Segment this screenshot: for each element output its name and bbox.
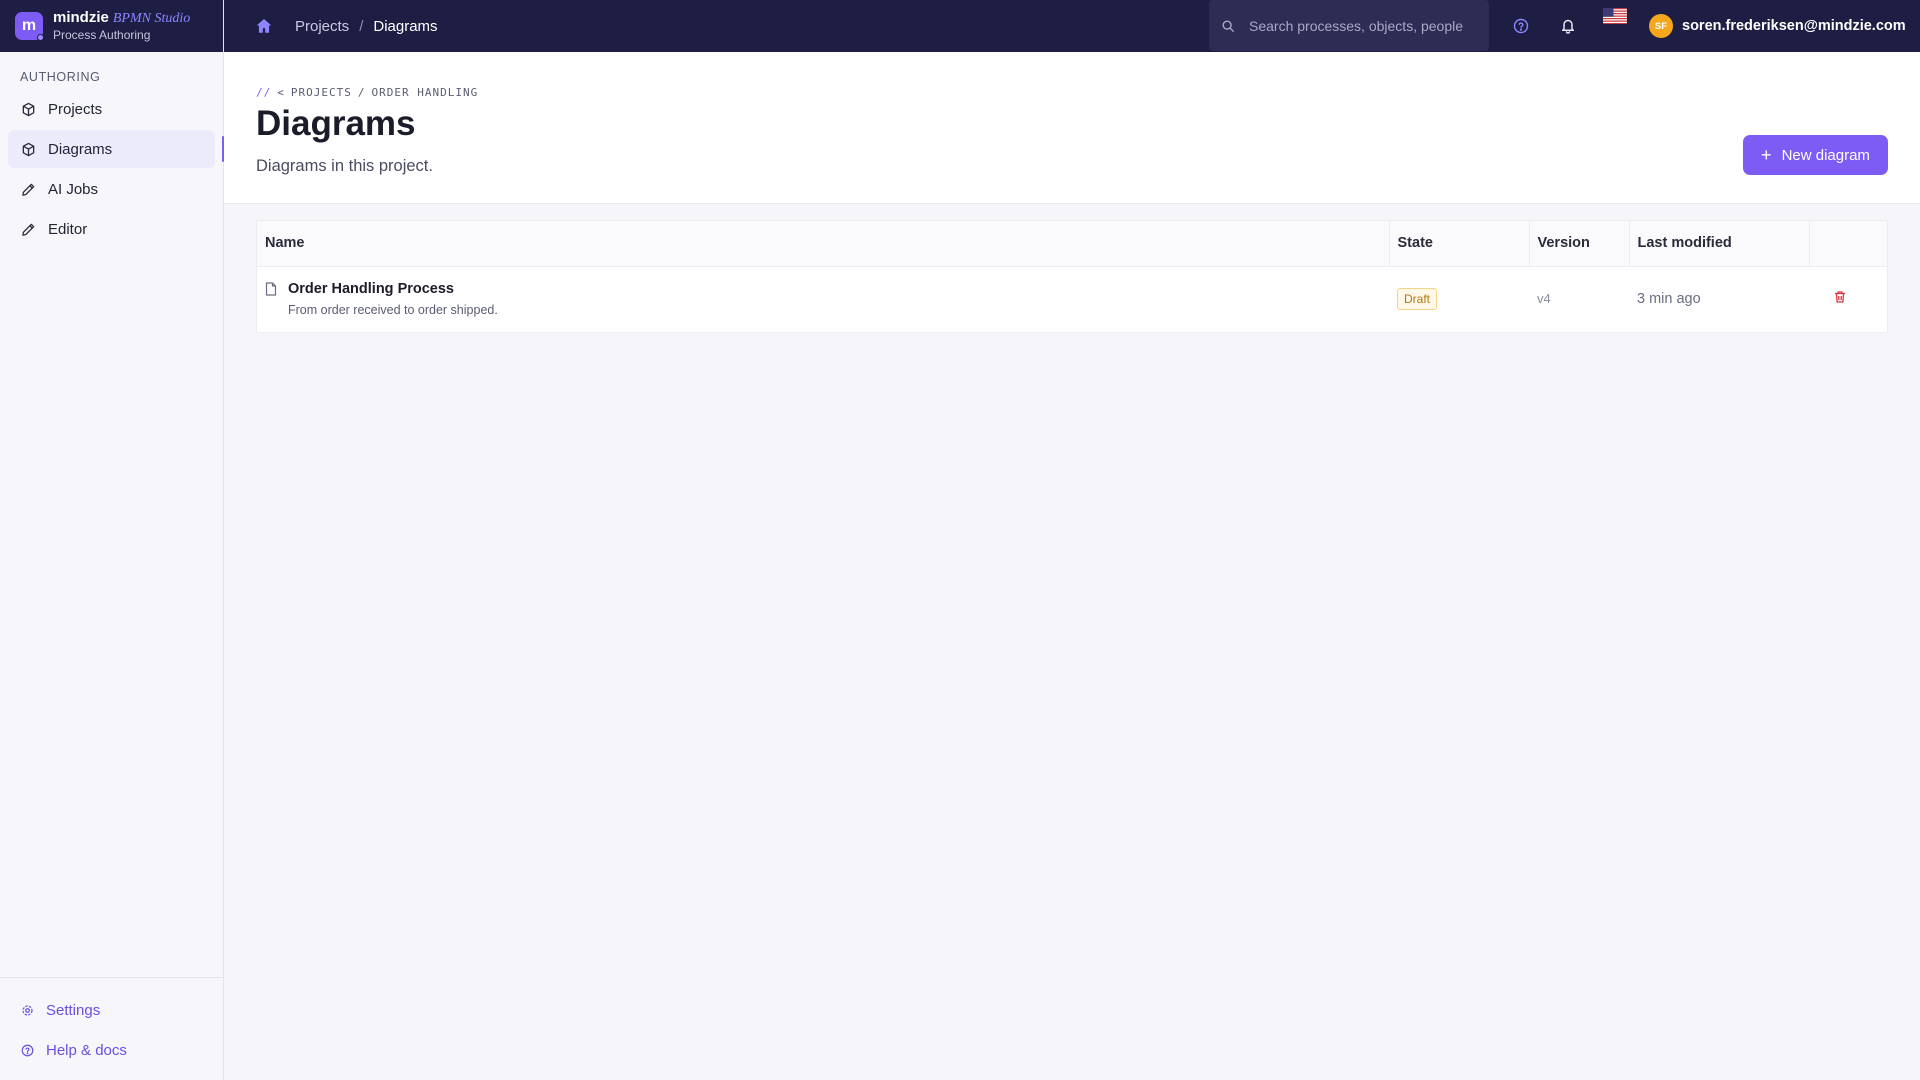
diagrams-table: Name State Version Last modified Order H… xyxy=(256,220,1888,333)
row-name-cell: Order Handling Process xyxy=(265,281,1389,297)
search-icon xyxy=(1222,19,1234,32)
gear-icon xyxy=(22,1004,33,1016)
diagram-last-modified: 3 min ago xyxy=(1637,291,1701,308)
us-flag-icon[interactable] xyxy=(1603,8,1627,24)
plus-icon: + xyxy=(1761,145,1772,165)
sidebar-item-diagrams[interactable]: Diagrams xyxy=(8,130,224,168)
help-label: Help & docs xyxy=(46,1041,127,1059)
settings-label: Settings xyxy=(46,1001,101,1019)
breadcrumb-separator: / xyxy=(359,17,364,35)
search-input[interactable] xyxy=(1249,17,1469,34)
sidebar-footer: Settings Help & docs xyxy=(0,977,223,1080)
cube-icon xyxy=(22,142,35,156)
brand-name: mindzie xyxy=(53,8,109,26)
page-title: Diagrams xyxy=(256,104,416,143)
sidebar-item-help[interactable]: Help & docs xyxy=(0,1030,223,1070)
main-content: // < PROJECTS / ORDER HANDLING Diagrams Diag… xyxy=(224,52,1920,1080)
brand-logo-letter: m xyxy=(21,17,37,34)
bell-icon[interactable] xyxy=(1560,17,1576,34)
brand-logo[interactable]: m xyxy=(15,12,44,41)
sidebar-item-label: Editor xyxy=(48,220,88,238)
page-header: // < PROJECTS / ORDER HANDLING Diagrams Diag… xyxy=(224,52,1920,204)
user-menu[interactable]: SF soren.frederiksen@mindzie.com xyxy=(1649,0,1906,52)
page-path: // < PROJECTS / ORDER HANDLING xyxy=(256,86,478,99)
brand-subtitle: Process Authoring xyxy=(53,28,151,43)
table-header-row: Name State Version Last modified xyxy=(257,221,1887,267)
breadcrumb-projects[interactable]: Projects xyxy=(295,18,349,35)
topbar: Projects / Diagrams SF soren.frederiksen… xyxy=(224,0,1920,52)
column-header-last-modified[interactable]: Last modified xyxy=(1628,221,1809,267)
sidebar-item-editor[interactable]: Editor xyxy=(8,210,215,248)
home-icon[interactable] xyxy=(255,17,273,35)
path-back-chevron[interactable]: < xyxy=(277,86,285,99)
sidebar-item-label: AI Jobs xyxy=(48,180,99,198)
table-row[interactable]: Order Handling Process From order receiv… xyxy=(257,266,1887,332)
search-box[interactable] xyxy=(1209,0,1489,51)
trash-icon[interactable] xyxy=(1833,290,1847,304)
sidebar-item-label: Projects xyxy=(48,100,103,118)
diagram-version: v4 xyxy=(1537,291,1551,307)
path-projects[interactable]: PROJECTS xyxy=(291,86,352,99)
sidebar-item-projects[interactable]: Projects xyxy=(8,90,215,128)
brand-header: m mindzie BPMN Studio Process Authoring xyxy=(0,0,223,52)
page-subtitle: Diagrams in this project. xyxy=(256,157,433,175)
column-header-state[interactable]: State xyxy=(1388,221,1529,267)
sidebar-item-settings[interactable]: Settings xyxy=(0,990,223,1030)
brand-text: mindzie BPMN Studio Process Authoring xyxy=(53,9,190,43)
logo-status-dot xyxy=(37,34,44,41)
breadcrumb-diagrams: Diagrams xyxy=(373,17,438,35)
sidebar-item-label: Diagrams xyxy=(48,140,113,158)
sidebar-section-label: AUTHORING xyxy=(20,70,101,84)
sidebar: m mindzie BPMN Studio Process Authoring A… xyxy=(0,0,224,1080)
new-diagram-button[interactable]: + New diagram xyxy=(1743,135,1888,175)
user-email: soren.frederiksen@mindzie.com xyxy=(1682,18,1906,34)
help-icon[interactable] xyxy=(1513,18,1529,34)
column-header-actions xyxy=(1808,221,1887,267)
column-header-name[interactable]: Name xyxy=(257,221,1389,267)
path-slashes: // xyxy=(256,86,272,99)
new-diagram-label: New diagram xyxy=(1781,146,1870,164)
cube-icon xyxy=(22,102,35,116)
pencil-icon xyxy=(22,183,35,196)
breadcrumb: Projects / Diagrams xyxy=(295,18,438,35)
path-order-handling[interactable]: ORDER HANDLING xyxy=(371,86,478,99)
diagram-name[interactable]: Order Handling Process xyxy=(288,281,454,297)
column-header-version[interactable]: Version xyxy=(1528,221,1629,267)
path-separator: / xyxy=(357,86,366,99)
help-circle-icon xyxy=(21,1044,34,1056)
avatar: SF xyxy=(1649,14,1673,38)
diagram-description: From order received to order shipped. xyxy=(288,303,498,318)
sidebar-item-ai-jobs[interactable]: AI Jobs xyxy=(8,170,215,208)
status-badge: Draft xyxy=(1397,288,1438,311)
pencil-icon xyxy=(22,223,35,236)
document-icon xyxy=(265,282,277,296)
brand-studio: BPMN Studio xyxy=(112,10,191,26)
